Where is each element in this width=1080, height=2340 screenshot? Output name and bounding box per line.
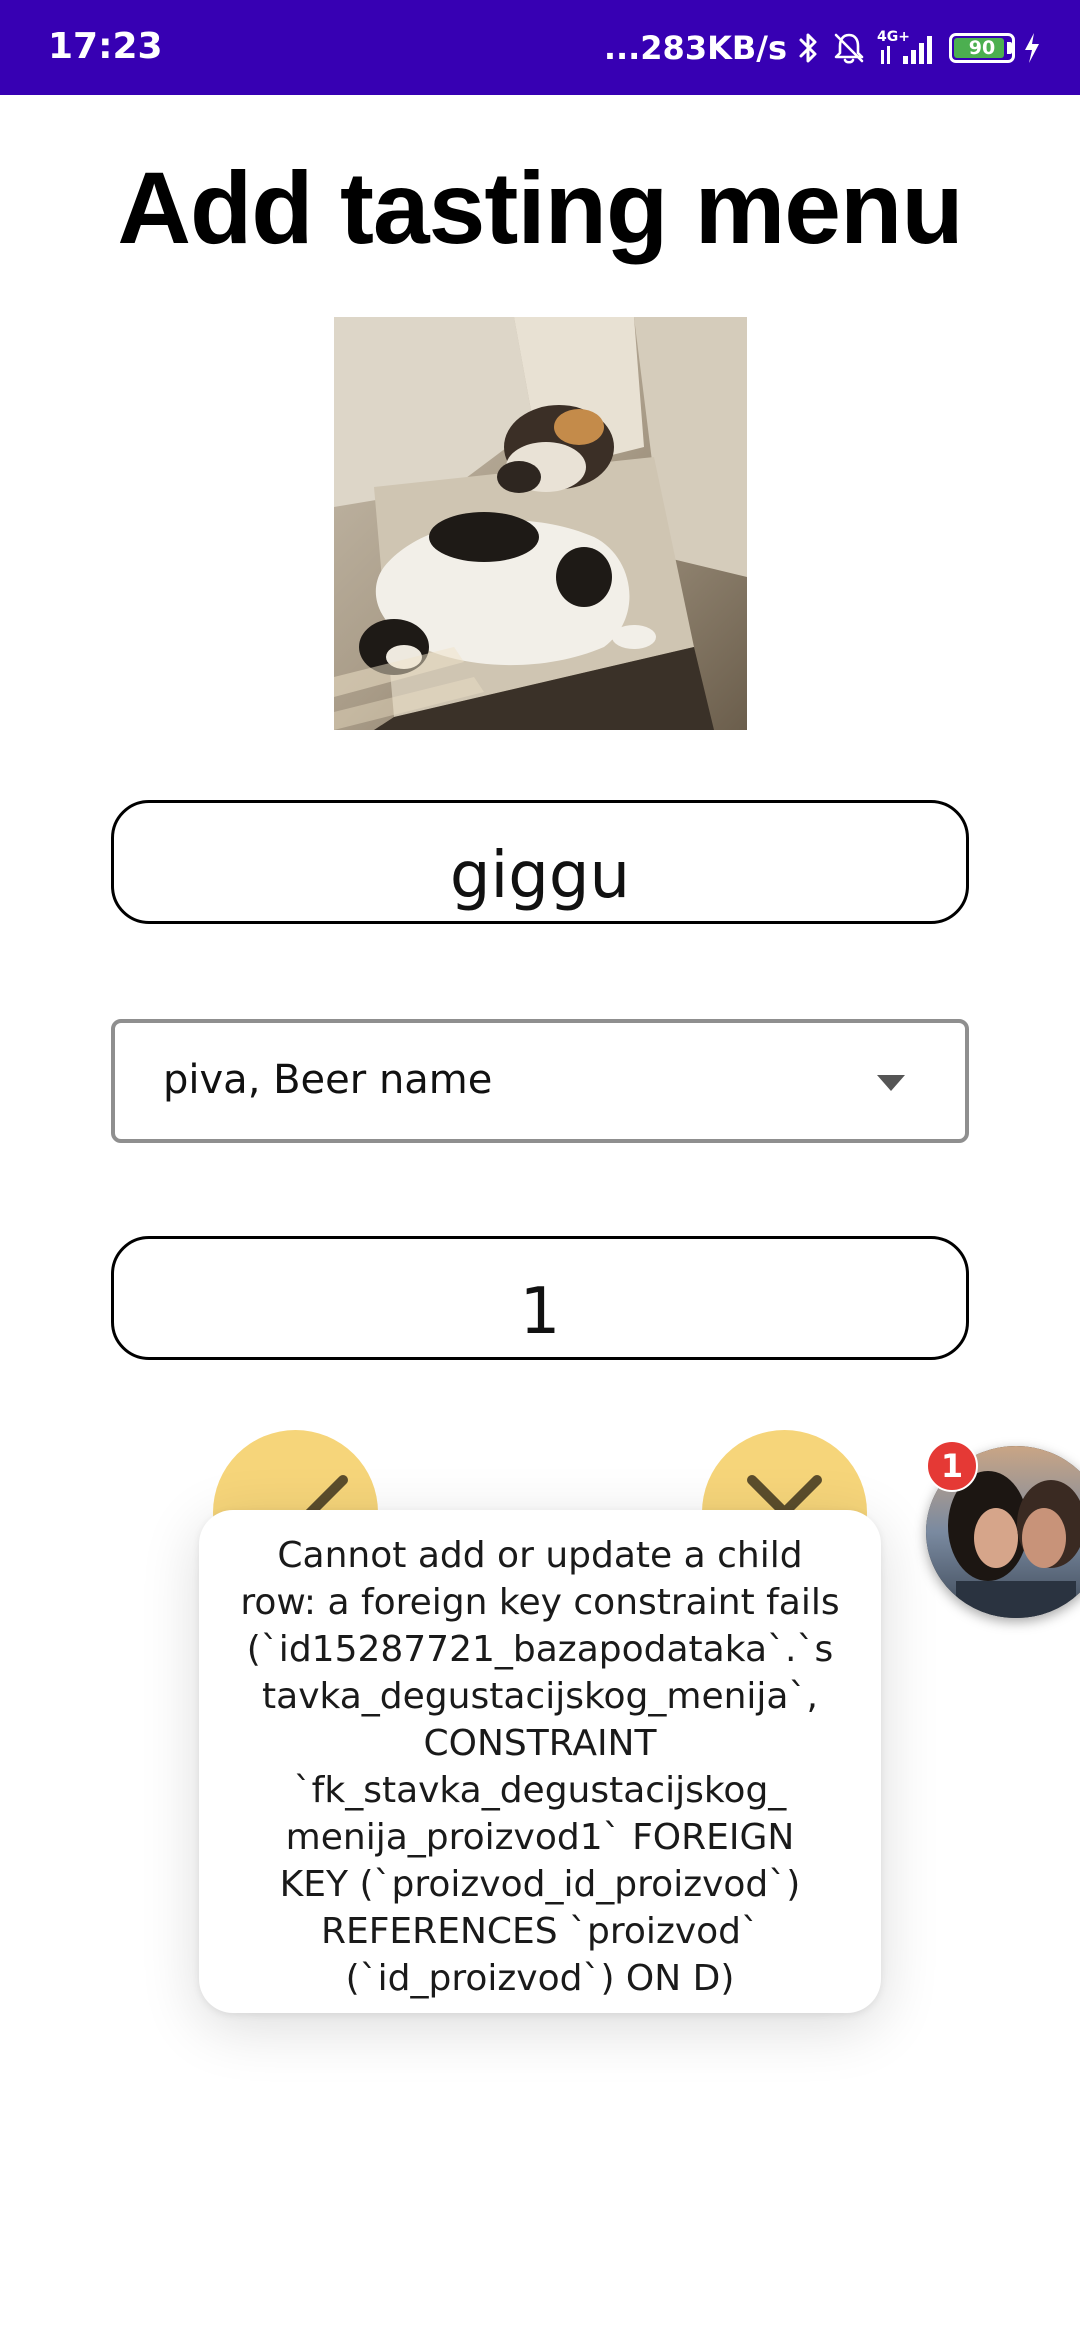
dropdown-arrow-icon [877,1075,905,1091]
toast-line: menija_proizvod1` FOREIGN [285,1817,795,1858]
dropdown-selected-value: piva, Beer name [163,1057,493,1103]
bluetooth-icon [797,30,821,66]
notification-badge: 1 [926,1440,978,1492]
battery-icon: 90 [949,33,1015,63]
charging-icon [1022,31,1042,65]
toast-line: row: a foreign key constraint fails [240,1582,840,1623]
error-toast: Cannot add or update a child row: a fore… [199,1510,881,2013]
menu-photo[interactable] [334,317,747,730]
toast-line: CONSTRAINT [423,1723,657,1764]
battery-level: 90 [968,37,996,59]
status-icons: ...283KB/s 4G+ 90 [604,22,1042,74]
net-speed: ...283KB/s [603,29,787,67]
toast-line: KEY (`proizvod_id_proizvod`) [279,1864,801,1905]
signal-icon: 4G+ [877,28,939,68]
toast-line: Cannot add or update a child [277,1535,803,1576]
toast-line: tavka_degustacijskog_menija`, [262,1676,818,1717]
status-time: 17:23 [48,26,163,67]
toast-line: `fk_stavka_degustacijskog_ [293,1770,787,1811]
status-bar: 17:23 ...283KB/s 4G+ 90 [0,0,1080,95]
name-input[interactable]: giggu [111,800,969,924]
page-title: Add tasting menu [117,151,963,265]
toast-line: (`id_proizvod`) ON D) [345,1958,735,1999]
mute-icon [831,30,867,66]
toast-line: (`id15287721_bazapodataka`.`s [246,1629,834,1670]
product-dropdown[interactable]: piva, Beer name [111,1019,969,1143]
cats-photo-image [334,317,747,730]
toast-line: REFERENCES `proizvod` [320,1911,760,1952]
quantity-input[interactable]: 1 [111,1236,969,1360]
